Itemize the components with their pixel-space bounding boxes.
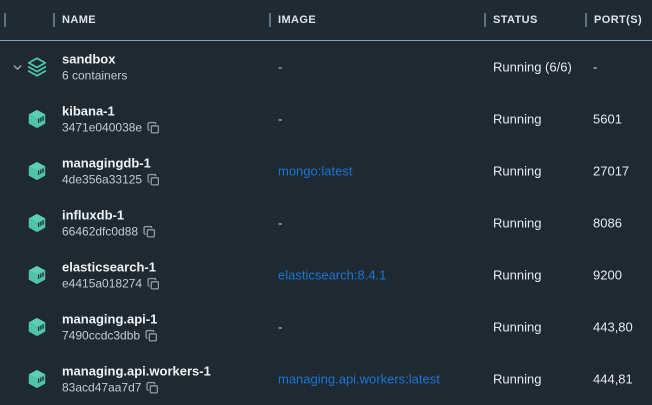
column-header-image[interactable]: IMAGE	[278, 0, 316, 40]
copy-icon[interactable]	[147, 121, 160, 134]
container-id: e4415a018274	[62, 276, 160, 292]
copy-icon[interactable]	[143, 225, 156, 238]
column-header-ports[interactable]: PORT(S)	[594, 0, 642, 40]
container-icon	[26, 108, 48, 130]
table-row-managing-api[interactable]: managing.api-1 7490ccdc3dbb - Running 44…	[0, 301, 652, 353]
container-icon	[26, 212, 48, 234]
header-divider	[484, 13, 486, 27]
status-text: Running (6/6)	[493, 60, 572, 75]
container-name-cell: influxdb-1 66462dfc0d88	[62, 207, 156, 240]
copy-icon[interactable]	[147, 173, 160, 186]
container-name-cell: managing.api-1 7490ccdc3dbb	[62, 311, 158, 344]
image-link[interactable]: mongo:latest	[278, 164, 352, 179]
header-divider	[269, 13, 271, 27]
container-name: managing.api.workers-1	[62, 363, 211, 380]
table-header: NAME IMAGE STATUS PORT(S)	[0, 0, 652, 41]
container-icon	[26, 316, 48, 338]
container-name: kibana-1	[62, 103, 160, 120]
status-text: Running	[493, 268, 541, 283]
container-icon	[26, 264, 48, 286]
container-id: 4de356a33125	[62, 172, 160, 188]
ports-text: 444,81	[593, 372, 633, 387]
container-subtext: 6 containers	[62, 68, 127, 84]
ports-text: 27017	[593, 164, 629, 179]
table-row-managing-api-workers[interactable]: managing.api.workers-1 83acd47aa7d7 mana…	[0, 353, 652, 405]
image-link[interactable]: managing.api.workers:latest	[278, 372, 440, 387]
container-icon	[26, 368, 48, 390]
container-name: sandbox	[62, 51, 127, 68]
header-divider	[585, 13, 587, 27]
container-id: 66462dfc0d88	[62, 224, 156, 240]
image-cell: -	[278, 216, 282, 231]
copy-icon[interactable]	[147, 277, 160, 290]
column-header-name[interactable]: NAME	[62, 0, 96, 40]
status-text: Running	[493, 216, 541, 231]
container-id: 7490ccdc3dbb	[62, 328, 158, 344]
container-name: managingdb-1	[62, 155, 160, 172]
container-name-cell: kibana-1 3471e040038e	[62, 103, 160, 136]
ports-text: 9200	[593, 268, 622, 283]
table-row-influxdb[interactable]: influxdb-1 66462dfc0d88 - Running 8086	[0, 197, 652, 249]
ports-text: 5601	[593, 112, 622, 127]
container-name-cell: elasticsearch-1 e4415a018274	[62, 259, 160, 292]
container-id: 83acd47aa7d7	[62, 380, 211, 396]
header-divider	[53, 13, 55, 27]
table-row-elasticsearch[interactable]: elasticsearch-1 e4415a018274 elasticsear…	[0, 249, 652, 301]
ports-text: -	[593, 60, 597, 75]
header-divider	[4, 13, 6, 27]
ports-text: 8086	[593, 216, 622, 231]
table-row-kibana[interactable]: kibana-1 3471e040038e - Running 5601	[0, 93, 652, 145]
ports-text: 443,80	[593, 320, 633, 335]
status-text: Running	[493, 112, 541, 127]
image-cell: -	[278, 112, 282, 127]
container-id: 3471e040038e	[62, 120, 160, 136]
status-text: Running	[493, 164, 541, 179]
container-icon	[26, 160, 48, 182]
image-cell: -	[278, 60, 282, 75]
containers-table: NAME IMAGE STATUS PORT(S) sandbox 6 cont…	[0, 0, 652, 405]
container-name-cell: sandbox 6 containers	[62, 51, 127, 84]
table-row-managingdb[interactable]: managingdb-1 4de356a33125 mongo:latest R…	[0, 145, 652, 197]
chevron-down-icon[interactable]	[10, 60, 24, 74]
table-row-sandbox[interactable]: sandbox 6 containers - Running (6/6) -	[0, 41, 652, 93]
copy-icon[interactable]	[145, 329, 158, 342]
stack-icon	[26, 56, 48, 78]
column-header-status[interactable]: STATUS	[493, 0, 538, 40]
container-name-cell: managing.api.workers-1 83acd47aa7d7	[62, 363, 211, 396]
image-link[interactable]: elasticsearch:8.4.1	[278, 268, 386, 283]
copy-icon[interactable]	[146, 381, 159, 394]
container-name-cell: managingdb-1 4de356a33125	[62, 155, 160, 188]
container-name: elasticsearch-1	[62, 259, 160, 276]
image-cell: -	[278, 320, 282, 335]
status-text: Running	[493, 320, 541, 335]
container-name: managing.api-1	[62, 311, 158, 328]
container-name: influxdb-1	[62, 207, 156, 224]
status-text: Running	[493, 372, 541, 387]
